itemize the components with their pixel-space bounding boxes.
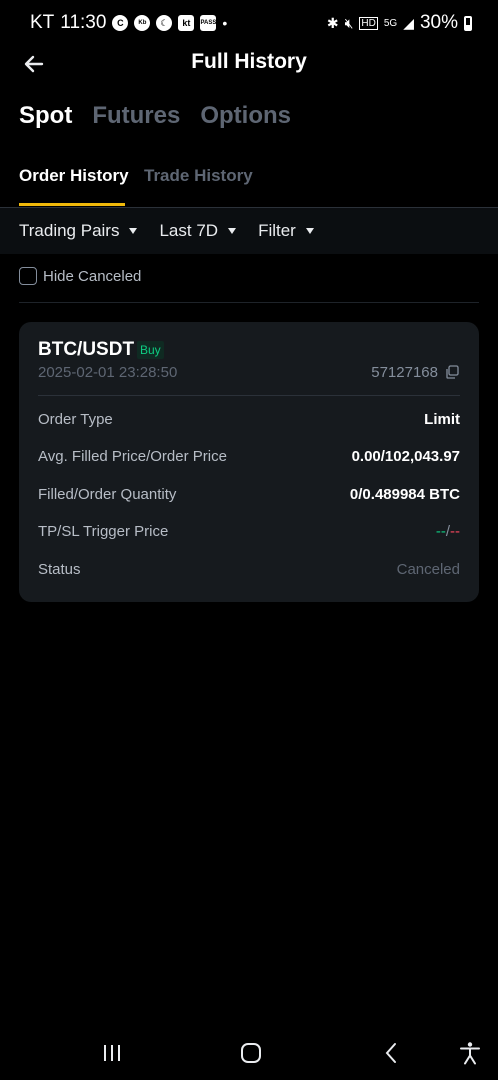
system-back-button[interactable]	[376, 1038, 406, 1068]
pass-app-icon: PASS	[200, 15, 217, 31]
kbank-app-icon: Kb	[134, 15, 151, 31]
active-tab-indicator	[19, 203, 125, 206]
home-icon	[241, 1043, 261, 1063]
chevron-left-icon	[385, 1043, 396, 1063]
quantity-row: Filled/Order Quantity 0/0.489984 BTC	[38, 483, 460, 505]
order-type-label: Order Type	[38, 410, 113, 428]
order-pair: BTC/USDT	[38, 339, 135, 360]
hd-icon: HD	[359, 16, 378, 30]
order-type-row: Order Type Limit	[38, 408, 460, 430]
tpsl-label: TP/SL Trigger Price	[38, 522, 169, 540]
hide-canceled-toggle[interactable]: Hide Canceled	[19, 267, 141, 285]
side-badge: Buy	[137, 341, 164, 359]
filter-dropdown[interactable]: Filter	[258, 221, 314, 241]
trading-pairs-dropdown[interactable]: Trading Pairs	[19, 221, 138, 241]
tab-trade-history[interactable]: Trade History	[144, 166, 253, 186]
order-id: 57127168	[371, 364, 438, 381]
notification-dot: •	[222, 15, 228, 31]
quantity-value: 0/0.489984 BTC	[349, 485, 460, 503]
clock: 11:30	[60, 12, 107, 33]
copy-icon[interactable]	[445, 365, 459, 379]
5g-signal-icon: 5G	[383, 17, 398, 29]
tab-order-history[interactable]: Order History	[19, 166, 129, 186]
period-dropdown[interactable]: Last 7D	[159, 221, 237, 241]
caret-down-icon	[228, 228, 237, 234]
hide-canceled-label: Hide Canceled	[43, 267, 142, 285]
status-value: Canceled	[396, 560, 460, 578]
filter-bar: Trading Pairs Last 7D Filter	[0, 208, 498, 254]
tp-value: --	[435, 522, 446, 540]
card-divider	[38, 395, 460, 396]
tab-spot[interactable]: Spot	[19, 102, 72, 130]
tpsl-row: TP/SL Trigger Price --/--	[38, 520, 460, 542]
status-row: Status Canceled	[38, 558, 460, 580]
page-title: Full History	[191, 50, 307, 73]
header: Full History	[0, 40, 498, 86]
price-row: Avg. Filled Price/Order Price 0.00/102,0…	[38, 445, 460, 467]
divider	[19, 302, 479, 303]
full-history-screen: KT 11:30 C Kb ☾ kt PASS • ✱ 🔇︎ HD 5G ◢ 3…	[0, 0, 498, 1080]
history-tabs: Order History Trade History	[0, 160, 498, 208]
caret-down-icon	[129, 228, 138, 234]
price-label: Avg. Filled Price/Order Price	[38, 447, 227, 465]
status-bar-left: KT 11:30 C Kb ☾ kt PASS •	[30, 12, 227, 34]
sl-value: --	[450, 522, 460, 540]
period-label: Last 7D	[159, 221, 219, 240]
price-value: 0.00/102,043.97	[351, 447, 460, 465]
system-nav-bar	[0, 1022, 498, 1080]
carrier-label: KT	[30, 12, 55, 33]
recent-apps-icon	[104, 1045, 120, 1061]
mute-icon: 🔇︎	[344, 14, 354, 31]
accessibility-icon	[460, 1042, 480, 1065]
battery-percent: 30%	[419, 12, 458, 33]
recent-apps-button[interactable]	[97, 1038, 127, 1068]
quantity-label: Filled/Order Quantity	[38, 485, 177, 503]
tab-futures[interactable]: Futures	[92, 102, 180, 130]
bluetooth-icon: ✱	[326, 14, 339, 31]
c-app-icon: C	[112, 15, 129, 31]
signal-icon: ◢	[403, 14, 414, 31]
home-button[interactable]	[236, 1038, 266, 1068]
status-label: Status	[38, 560, 81, 578]
order-type-value: Limit	[424, 410, 460, 428]
order-time: 2025-02-01 23:28:50	[38, 364, 178, 381]
moon-app-icon: ☾	[156, 15, 173, 31]
battery-icon	[464, 15, 472, 31]
caret-down-icon	[305, 228, 314, 234]
order-card[interactable]: BTC/USDT Buy 2025-02-01 23:28:50 5712716…	[19, 322, 479, 602]
status-bar-right: ✱ 🔇︎ HD 5G ◢ 30%	[327, 12, 472, 34]
accessibility-button[interactable]	[455, 1038, 485, 1068]
tab-options[interactable]: Options	[200, 102, 291, 130]
market-tabs: Spot Futures Options	[19, 102, 291, 130]
trading-pairs-label: Trading Pairs	[19, 221, 120, 240]
filter-label: Filter	[258, 221, 296, 240]
kt-app-icon: kt	[178, 15, 195, 31]
tpsl-value: --/--	[436, 523, 460, 540]
hide-canceled-checkbox[interactable]	[19, 267, 37, 285]
